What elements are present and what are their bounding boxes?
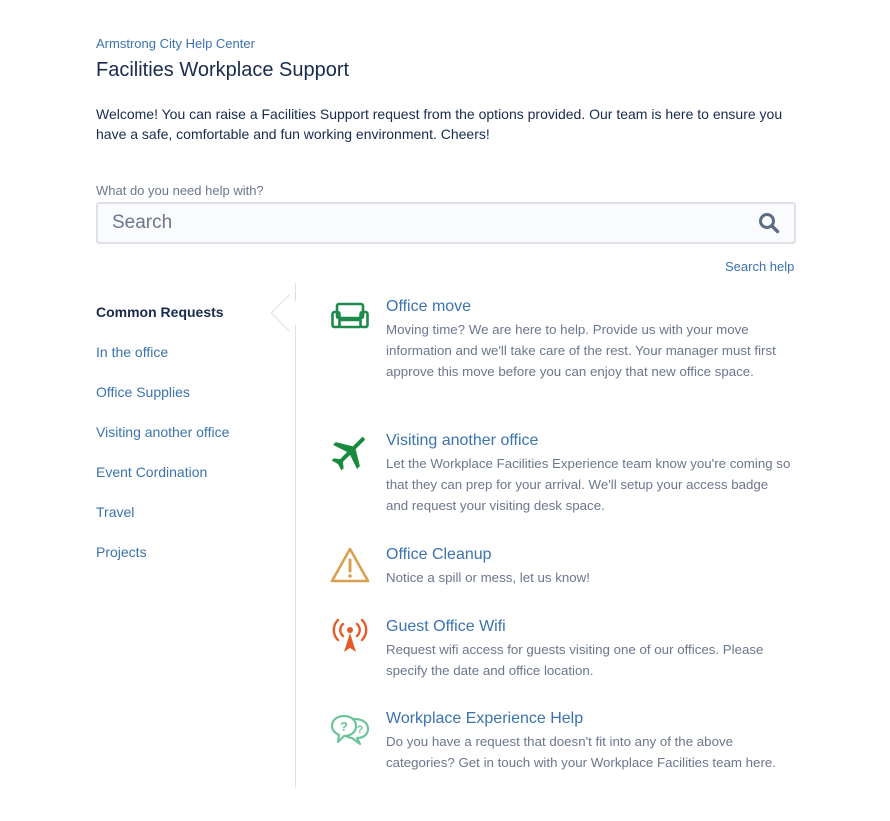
breadcrumb[interactable]: Armstrong City Help Center [96,36,255,51]
request-description: Request wifi access for guests visiting … [386,642,764,678]
request-title[interactable]: Office Cleanup [386,546,492,564]
search-input[interactable] [112,204,742,242]
request-description: Let the Workplace Facilities Experience … [386,456,791,513]
search-help-link[interactable]: Search help [725,259,794,274]
request-title[interactable]: Workplace Experience Help [386,710,583,728]
request-title[interactable]: Guest Office Wifi [386,618,506,636]
request-title[interactable]: Office move [386,298,471,316]
sidebar-item-in-the-office[interactable]: In the office [96,340,296,380]
sidebar-item-travel[interactable]: Travel [96,500,296,540]
request-description: Notice a spill or mess, let us know! [386,570,590,585]
request-description: Do you have a request that doesn't fit i… [386,734,776,770]
request-title[interactable]: Visiting another office [386,432,538,450]
wifi-tower-icon [332,618,368,652]
sidebar-item-office-supplies[interactable]: Office Supplies [96,380,296,420]
page-title: Facilities Workplace Support [96,59,350,81]
sidebar-item-visiting-another-office[interactable]: Visiting another office [96,420,296,460]
sofa-icon [331,302,369,329]
sidebar-item-projects[interactable]: Projects [96,540,296,580]
svg-text:?: ? [357,724,364,736]
search-box[interactable] [96,202,796,244]
sidebar-divider [295,283,296,788]
welcome-message: Welcome! You can raise a Facilities Supp… [96,106,783,142]
request-description: Moving time? We are here to help. Provid… [386,322,776,379]
search-label: What do you need help with? [96,183,264,198]
airplane-icon [331,437,365,471]
warning-icon [330,547,370,583]
search-icon[interactable] [758,212,780,234]
sidebar-item-event-cordination[interactable]: Event Cordination [96,460,296,500]
svg-text:?: ? [340,719,348,734]
question-bubbles-icon: ? ? [330,714,370,746]
sidebar-item-common-requests[interactable]: Common Requests [96,300,296,340]
sidebar: Common Requests In the office Office Sup… [96,300,296,580]
